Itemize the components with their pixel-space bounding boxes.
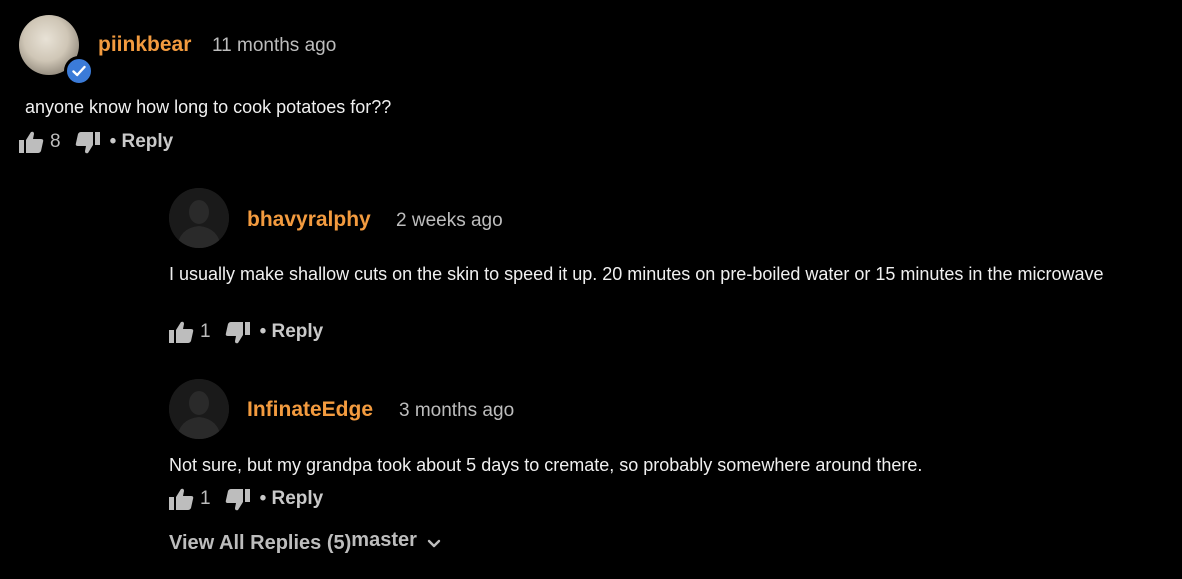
username[interactable]: piinkbear <box>98 33 191 57</box>
comment-text: anyone know how long to cook potatoes fo… <box>25 97 392 117</box>
comment-actions: 8 • Reply <box>19 128 173 156</box>
username[interactable]: InfinateEdge <box>247 398 373 422</box>
default-user-icon <box>169 188 229 248</box>
reply-button[interactable]: • Reply <box>260 488 324 510</box>
like-count: 8 <box>50 131 61 152</box>
thumbs-up-icon[interactable] <box>169 488 194 511</box>
thumbs-up-icon[interactable] <box>19 131 44 154</box>
like-count: 1 <box>200 488 211 509</box>
chevron-down-icon <box>427 539 441 549</box>
timestamp: 11 months ago <box>212 35 337 56</box>
reply-button[interactable]: • Reply <box>260 321 324 343</box>
avatar[interactable] <box>169 379 229 439</box>
comment-actions: 1 • Reply <box>169 485 323 513</box>
timestamp: 2 weeks ago <box>396 210 503 231</box>
comment-actions: 1 • Reply <box>169 318 323 346</box>
comment-text: I usually make shallow cuts on the skin … <box>169 264 1104 284</box>
timestamp: 3 months ago <box>399 400 515 421</box>
reply-button[interactable]: • Reply <box>110 131 174 153</box>
default-user-icon <box>169 379 229 439</box>
like-count: 1 <box>200 321 211 342</box>
view-all-suffix: master <box>351 529 417 551</box>
view-all-replies-label: View All Replies (5) <box>169 532 352 554</box>
thumbs-down-icon[interactable] <box>225 488 252 511</box>
thumbs-down-icon[interactable] <box>75 131 102 154</box>
verified-badge-icon <box>64 56 94 86</box>
comment-text: Not sure, but my grandpa took about 5 da… <box>169 455 923 475</box>
avatar[interactable] <box>169 188 229 248</box>
view-all-replies-button[interactable]: View All Replies (5) master <box>169 529 441 555</box>
username[interactable]: bhavyralphy <box>247 208 371 232</box>
thumbs-down-icon[interactable] <box>225 321 252 344</box>
thumbs-up-icon[interactable] <box>169 321 194 344</box>
